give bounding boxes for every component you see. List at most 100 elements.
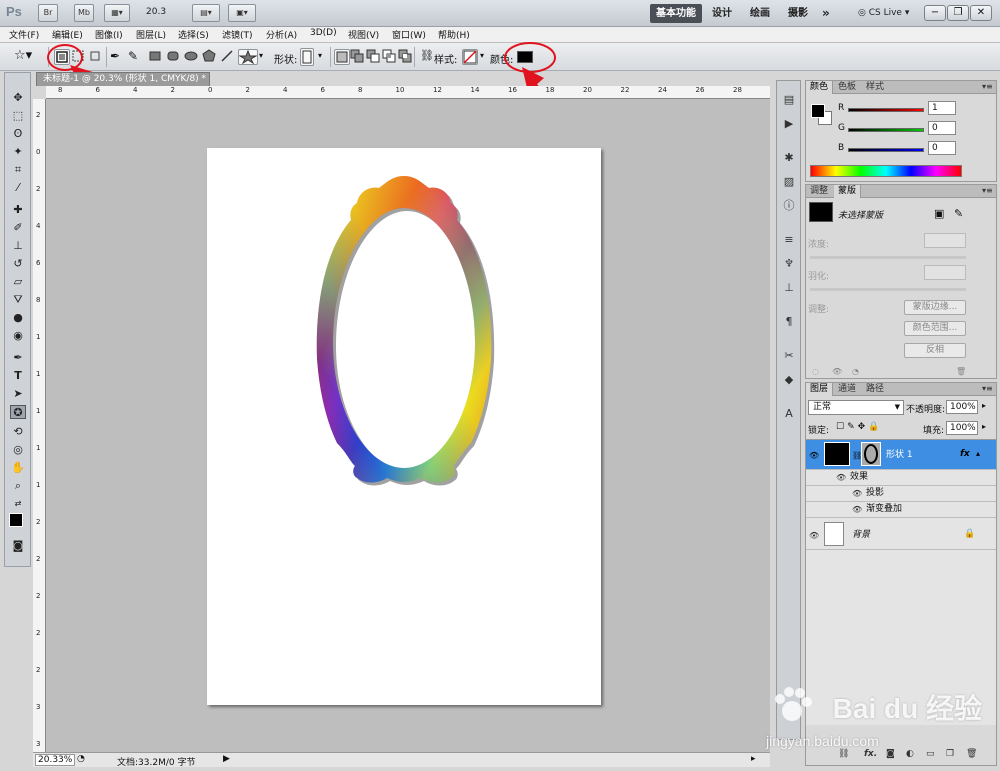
feather-field[interactable] (924, 265, 966, 280)
quick-mask-icon[interactable]: ◙ (10, 539, 26, 553)
pixel-mask-icon[interactable]: ▣ (934, 207, 944, 220)
marquee-tool-icon[interactable]: ⬚ (10, 109, 26, 123)
pen-tool-icon[interactable]: ✒ (10, 351, 26, 365)
drop-shadow-effect-row[interactable]: 👁 投影 (806, 486, 996, 502)
gradient-overlay-eye-icon[interactable]: 👁 (852, 502, 862, 517)
invert-button[interactable]: 反相 (904, 343, 966, 358)
vector-mask-thumbnail[interactable] (861, 442, 881, 466)
3d-panel-icon[interactable]: ◆ (781, 373, 797, 387)
layer-fill-thumbnail[interactable] (824, 442, 850, 466)
lock-options-icons[interactable]: ☐✎✥🔒 (836, 422, 882, 432)
foreground-color-chip[interactable] (811, 104, 825, 118)
clone-stamp-tool-icon[interactable]: ⊥ (10, 239, 26, 253)
quick-selection-tool-icon[interactable]: ✦ (10, 145, 26, 159)
foreground-color-swatch[interactable] (9, 513, 23, 527)
scroll-right-icon[interactable]: ▸ (751, 754, 756, 764)
swap-colors-icon[interactable]: ⇄ (10, 497, 26, 511)
layer-shape-1[interactable]: 👁 ⛓ 形状 1 fx ▴ (806, 440, 996, 470)
background-eye-icon[interactable]: 👁 (809, 528, 819, 543)
ornate-frame-shape[interactable] (207, 148, 601, 705)
fill-arrow-icon[interactable]: ▸ (982, 422, 986, 431)
document-canvas[interactable] (207, 148, 601, 705)
blend-mode-select[interactable]: 正常 ▼ (808, 400, 904, 415)
info-panel-icon[interactable]: ⓘ (781, 199, 797, 213)
effects-row[interactable]: 👁 效果 (806, 470, 996, 486)
opacity-arrow-icon[interactable]: ▸ (982, 401, 986, 410)
mask-edge-button[interactable]: 蒙版边缘... (904, 300, 966, 315)
history-panel-icon[interactable]: ▤ (781, 93, 797, 107)
delete-mask-icon[interactable]: 🗑 (956, 367, 966, 376)
tool-presets-panel-icon[interactable]: ⊥ (781, 281, 797, 295)
layer-effects-fx-icon[interactable]: fx (960, 447, 970, 462)
effects-eye-icon[interactable]: 👁 (836, 470, 846, 485)
eraser-tool-icon[interactable]: ▱ (10, 275, 26, 289)
tab-channels[interactable]: 通道 (834, 383, 860, 396)
panel-menu-icon[interactable]: ▾≡ (978, 383, 997, 396)
tab-layers[interactable]: 图层 (806, 383, 834, 396)
zoom-tool-icon[interactable]: ⌕ (10, 479, 26, 493)
crop-tool-icon[interactable]: ⌗ (10, 163, 26, 177)
hand-tool-icon[interactable]: ✋ (10, 461, 26, 475)
document-tab[interactable]: 未标题-1 @ 20.3% (形状 1, CMYK/8) * (36, 72, 210, 86)
gradient-overlay-effect-row[interactable]: 👁 渐变叠加 (806, 502, 996, 518)
navigator-panel-icon[interactable]: ✱ (781, 151, 797, 165)
dodge-tool-icon[interactable]: ◉ (10, 329, 26, 343)
blue-slider[interactable] (848, 148, 924, 152)
move-tool-icon[interactable]: ✥ (10, 91, 26, 105)
density-slider[interactable] (810, 256, 966, 259)
drop-shadow-eye-icon[interactable]: 👁 (852, 486, 862, 501)
color-range-button[interactable]: 颜色范围... (904, 321, 966, 336)
histogram-panel-icon[interactable]: ▨ (781, 175, 797, 189)
background-thumbnail[interactable] (824, 522, 844, 546)
collapse-effects-icon[interactable]: ▴ (976, 446, 980, 461)
ruler-tick-label: 2 (245, 86, 250, 94)
vector-mask-icon[interactable]: ✎ (954, 207, 963, 220)
opacity-field[interactable]: 100% (946, 400, 978, 414)
paint-bucket-tool-icon[interactable]: ⛛ (10, 293, 26, 307)
masks-panel: 调整 蒙版 ▾≡ 未选择蒙版 ▣ ✎ 浓度: 羽化: 调整: 蒙版边缘... 颜… (805, 184, 997, 379)
disable-mask-icon[interactable]: ◔ (852, 367, 859, 376)
tab-styles[interactable]: 样式 (862, 81, 888, 94)
blue-value-field[interactable]: 0 (928, 141, 956, 155)
spot-healing-tool-icon[interactable]: ✚ (10, 203, 26, 217)
blur-tool-icon[interactable]: ● (10, 311, 26, 325)
3d-orbit-tool-icon[interactable]: ◎ (10, 443, 26, 457)
tab-swatches[interactable]: 色板 (834, 81, 860, 94)
fill-field[interactable]: 100% (946, 421, 978, 435)
brush-presets-panel-icon[interactable]: ≡ (781, 233, 797, 247)
visibility-eye-icon[interactable]: 👁 (809, 448, 819, 463)
load-selection-icon[interactable]: ◌ (812, 367, 819, 376)
eyedropper-tool-icon[interactable]: ⁄ (10, 181, 26, 195)
brush-tool-icon[interactable]: ✐ (10, 221, 26, 235)
green-value-field[interactable]: 0 (928, 121, 956, 135)
canvas-area[interactable] (46, 99, 770, 752)
history-brush-tool-icon[interactable]: ↺ (10, 257, 26, 271)
3d-rotate-tool-icon[interactable]: ⟲ (10, 425, 26, 439)
green-slider[interactable] (848, 128, 924, 132)
status-menu-arrow-icon[interactable]: ▶ (223, 754, 230, 764)
clone-source-panel-icon[interactable]: ♆ (781, 257, 797, 271)
lasso-tool-icon[interactable]: ʘ (10, 127, 26, 141)
color-spectrum-bar[interactable] (810, 165, 962, 177)
status-info-icon[interactable]: ◔ (77, 754, 85, 764)
actions-panel-icon[interactable]: ▶ (781, 117, 797, 131)
path-selection-tool-icon[interactable]: ➤ (10, 387, 26, 401)
layer-background[interactable]: 👁 背景 🔒 (806, 520, 996, 550)
panel-menu-icon[interactable]: ▾≡ (978, 81, 997, 94)
red-value-field[interactable]: 1 (928, 101, 956, 115)
tab-color[interactable]: 颜色 (806, 81, 834, 94)
paragraph-panel-icon[interactable]: ¶ (781, 315, 797, 329)
type-tool-icon[interactable]: T (10, 369, 26, 383)
red-slider[interactable] (848, 108, 924, 112)
feather-slider[interactable] (810, 288, 966, 291)
panel-menu-icon[interactable]: ▾≡ (978, 185, 997, 198)
apply-mask-icon[interactable]: 👁 (832, 367, 842, 376)
tab-masks[interactable]: 蒙版 (834, 185, 862, 198)
tools-panel-icon[interactable]: ✂ (781, 349, 797, 363)
density-field[interactable] (924, 233, 966, 248)
status-zoom-field[interactable]: 20.33% (35, 754, 76, 766)
character-panel-icon[interactable]: A (781, 407, 797, 421)
tab-paths[interactable]: 路径 (862, 383, 888, 396)
tab-adjustments[interactable]: 调整 (806, 185, 832, 198)
custom-shape-tool-icon[interactable]: ✪ (10, 405, 26, 419)
